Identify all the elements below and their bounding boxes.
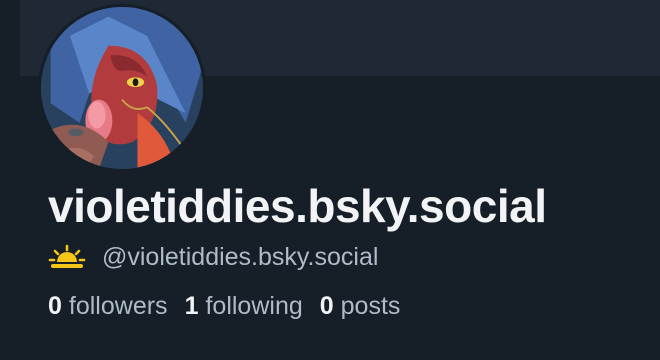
profile-avatar[interactable]: [38, 4, 206, 172]
following-link[interactable]: 1 following: [185, 292, 303, 321]
posts-count-group: 0 posts: [320, 292, 401, 321]
avatar-image: [41, 7, 203, 169]
profile-handle[interactable]: @violetiddies.bsky.social: [102, 243, 378, 272]
posts-count: 0: [319, 291, 334, 320]
posts-label: posts: [340, 291, 401, 320]
followers-link[interactable]: 0 followers: [48, 292, 168, 321]
profile-stats: 0 followers 1 following 0 posts: [48, 288, 417, 324]
followers-label: followers: [68, 291, 168, 320]
sun-behind-cloud-icon: [48, 244, 86, 268]
profile-display-name: violetiddies.bsky.social: [48, 180, 547, 232]
followers-count: 0: [48, 291, 62, 320]
following-label: following: [205, 291, 303, 320]
following-count: 1: [184, 291, 199, 320]
handle-row: @violetiddies.bsky.social: [48, 240, 378, 274]
